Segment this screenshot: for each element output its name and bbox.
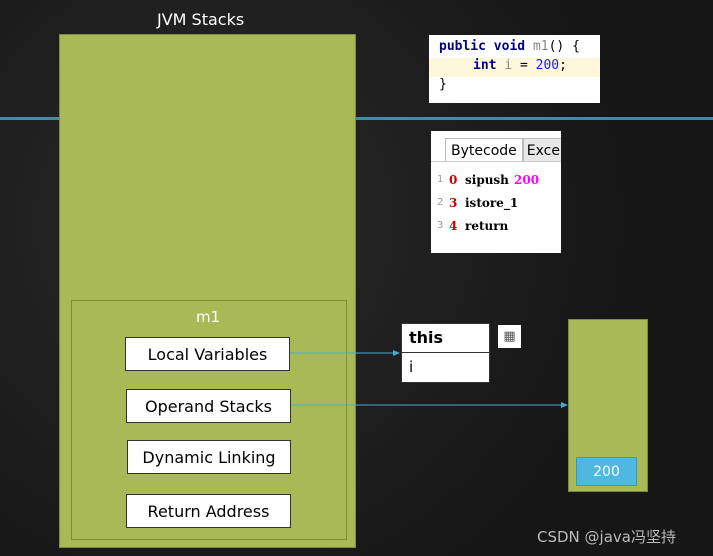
kw: public [439,39,486,54]
line-number: 2 [437,197,444,208]
offset: 0 [449,172,458,187]
num: 200 [535,58,560,73]
offset: 3 [449,195,458,210]
tab-bytecode[interactable]: Bytecode [445,138,523,161]
local-this: this [402,324,489,353]
arrow-head-local-vars [393,350,400,356]
opcode: return [465,218,509,233]
source-code: public void m1() { int i = 200; } [429,35,600,103]
arrow-head-operand [561,402,568,408]
watermark: CSDN @java冯坚持 [537,528,676,546]
bytecode-row: 3 4 return [431,214,561,237]
diagram: JVM Stacks m1 Local Variables Operand St… [0,0,713,556]
semi: ; [559,58,567,73]
local-variable-table: this i [401,323,490,383]
kw: int [473,58,497,73]
method-name: m1 [532,39,549,54]
line-number: 3 [437,220,444,231]
kw: void [493,39,526,54]
brace: } [439,77,447,92]
bytecode-row: 1 0 sipush 200 [431,168,561,191]
table-icon[interactable]: ▦ [498,325,521,348]
line-number: 1 [437,174,444,185]
opcode: istore_1 [465,195,519,210]
bytecode-panel: Bytecode Exce 1 0 sipush 200 2 3 istore_1 34r… [431,131,561,253]
bytecode-row: 2 3 istore_1 [431,191,561,214]
var: i [504,58,513,73]
eq: = [519,58,528,73]
punct: () { [548,39,580,54]
tab-exceptions[interactable]: Exce [522,138,561,161]
offset: 4 [449,218,458,233]
opcode: sipush [465,172,509,187]
local-i: i [409,358,414,376]
operand-value: 200 [576,457,637,486]
operand: 200 [514,172,540,187]
